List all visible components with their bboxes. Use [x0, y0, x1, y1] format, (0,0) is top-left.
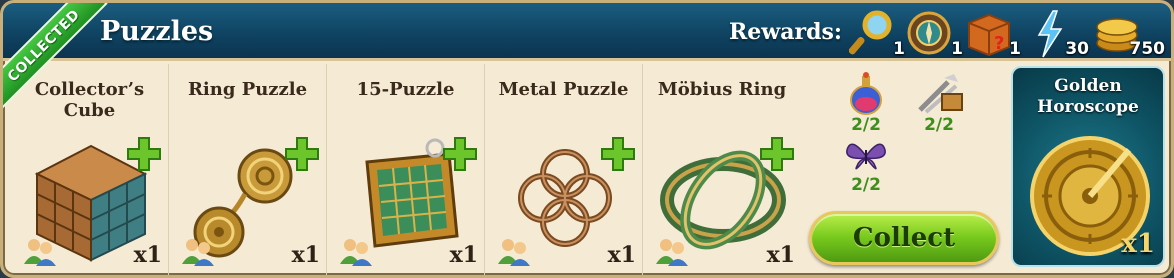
butterfly-icon [846, 143, 886, 170]
puzzle-item[interactable]: Metal Puzzle x1 [485, 64, 643, 275]
item-quantity: x1 [291, 242, 320, 268]
material-butterfly[interactable]: 2/2 [836, 136, 896, 202]
item-quantity: x1 [449, 242, 478, 268]
reward-count: 1 [951, 39, 963, 59]
friends-icon[interactable] [23, 236, 57, 266]
item-quantity: x1 [133, 242, 162, 268]
puzzle-item[interactable]: Ring Puzzle x1 [169, 64, 327, 275]
puzzle-item[interactable]: 15-Puzzle x1 [327, 64, 485, 275]
potion-icon [850, 72, 882, 115]
mystery-box-icon: ? [968, 13, 1010, 57]
material-count: 2/2 [851, 115, 881, 135]
friends-icon[interactable] [655, 236, 689, 266]
item-name: Ring Puzzle [187, 79, 308, 100]
reward-coins: 750 [1093, 9, 1165, 59]
item-name: Metal Puzzle [498, 79, 629, 100]
reward-mystery-box: ? 1 [965, 9, 1021, 59]
friends-icon[interactable] [339, 236, 373, 266]
reward-count: 750 [1129, 39, 1166, 59]
item-name: 15-Puzzle [356, 79, 455, 100]
friends-icon[interactable] [497, 236, 531, 266]
materials-group: 2/2 2/2 2/2 [833, 64, 1003, 204]
panel-header: Puzzles Rewards: 1 1 ? 1 30 750 [3, 3, 1171, 61]
reward-compass: 1 [907, 9, 963, 59]
result-quantity: x1 [1121, 229, 1155, 259]
magnifier-icon [849, 10, 892, 55]
friends-icon[interactable] [181, 236, 215, 266]
add-plus-icon[interactable] [284, 136, 320, 172]
item-quantity: x1 [607, 242, 636, 268]
add-plus-icon[interactable] [126, 136, 162, 172]
panel-title: Puzzles [100, 16, 214, 47]
material-potion[interactable]: 2/2 [836, 72, 896, 138]
material-tools[interactable]: 2/2 [909, 72, 969, 138]
add-plus-icon[interactable] [442, 136, 478, 172]
add-plus-icon[interactable] [600, 136, 636, 172]
puzzle-item[interactable]: Collector’s Cube x1 [11, 64, 169, 275]
reward-magnifier: 1 [849, 9, 905, 59]
lightning-icon [1037, 10, 1063, 58]
item-name: Collector’s Cube [34, 79, 145, 121]
reward-count: 1 [1009, 39, 1021, 59]
puzzle-items: Collector’s Cube x1 Ring Puzzle x1 15-Pu… [3, 64, 803, 275]
add-plus-icon[interactable] [759, 136, 795, 172]
reward-count: 1 [893, 39, 905, 59]
svg-text:?: ? [994, 33, 1004, 54]
reward-count: 30 [1065, 39, 1089, 59]
item-quantity: x1 [766, 242, 795, 268]
item-name: Möbius Ring [657, 79, 787, 100]
puzzles-panel: Puzzles Rewards: 1 1 ? 1 30 750 COLLECTE… [0, 0, 1174, 278]
result-name: Golden Horoscope [1037, 76, 1139, 117]
puzzle-item[interactable]: Möbius Ring x1 [643, 64, 801, 275]
rewards-label: Rewards: [729, 19, 842, 45]
material-count: 2/2 [924, 115, 954, 135]
reward-energy: 30 [1033, 9, 1089, 59]
material-count: 2/2 [851, 175, 881, 195]
collect-button[interactable]: Collect [809, 211, 999, 265]
tools-icon [918, 74, 963, 114]
compass-icon [907, 11, 951, 55]
result-card: Golden Horoscope x1 [1011, 66, 1165, 267]
